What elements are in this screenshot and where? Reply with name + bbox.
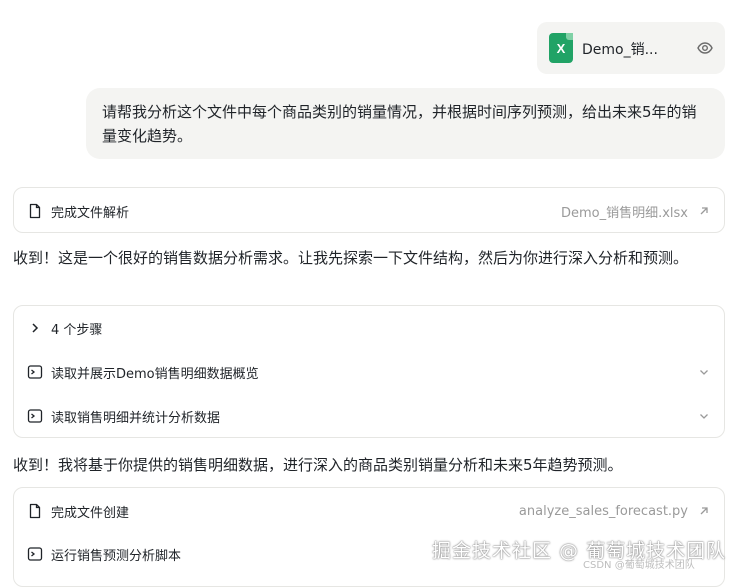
run-script-label: 运行销售预测分析脚本 bbox=[51, 548, 182, 564]
steps-count-label: 4 个步骤 bbox=[51, 322, 103, 338]
step-label: 读取并展示Demo销售明细数据概览 bbox=[51, 366, 259, 382]
created-file-row[interactable]: 完成文件创建 analyze_sales_forecast.py bbox=[14, 496, 724, 526]
excel-file-icon: X bbox=[549, 33, 573, 63]
assistant-reply-1: 收到！这是一个很好的销售数据分析需求。让我先探索一下文件结构，然后为你进行深入分… bbox=[13, 249, 689, 267]
document-icon bbox=[29, 203, 41, 219]
chevron-right-icon bbox=[32, 323, 39, 333]
attachment-chip[interactable]: X Demo_销... bbox=[537, 22, 725, 74]
step-item[interactable]: 读取并展示Demo销售明细数据概览 bbox=[14, 357, 724, 387]
parse-label: 完成文件解析 bbox=[51, 205, 130, 221]
chevron-down-icon[interactable] bbox=[698, 366, 710, 378]
user-message-text: 请帮我分析这个文件中每个商品类别的销量情况，并根据时间序列预测，给出未来5年的销… bbox=[102, 103, 697, 145]
eye-icon[interactable] bbox=[697, 40, 713, 56]
parse-file-name[interactable]: Demo_销售明细.xlsx bbox=[561, 202, 688, 221]
assistant-reply-2: 收到！我将基于你提供的销售明细数据，进行深入的商品类别销量分析和未来5年趋势预测… bbox=[13, 456, 623, 474]
step-label: 读取销售明细并统计分析数据 bbox=[51, 410, 221, 426]
document-icon bbox=[29, 503, 41, 519]
terminal-icon bbox=[27, 547, 43, 561]
open-external-icon[interactable] bbox=[698, 205, 710, 217]
create-label: 完成文件创建 bbox=[51, 505, 130, 521]
user-message-bubble: 请帮我分析这个文件中每个商品类别的销量情况，并根据时间序列预测，给出未来5年的销… bbox=[86, 88, 725, 159]
terminal-icon bbox=[27, 365, 43, 379]
step-item[interactable]: 读取销售明细并统计分析数据 bbox=[14, 401, 724, 431]
attachment-file-name: Demo_销... bbox=[582, 42, 658, 58]
steps-header[interactable]: 4 个步骤 bbox=[14, 313, 724, 343]
watermark-sub: CSDN @葡萄城技术团队 bbox=[583, 560, 695, 571]
chevron-down-icon[interactable] bbox=[698, 410, 710, 422]
steps-card: 4 个步骤 读取并展示Demo销售明细数据概览 读取销售明细并统计分析数据 bbox=[13, 305, 725, 438]
terminal-icon bbox=[27, 409, 43, 423]
created-file-name[interactable]: analyze_sales_forecast.py bbox=[519, 504, 688, 519]
open-external-icon[interactable] bbox=[698, 505, 710, 517]
file-parse-card[interactable]: 完成文件解析 Demo_销售明细.xlsx bbox=[13, 187, 725, 233]
